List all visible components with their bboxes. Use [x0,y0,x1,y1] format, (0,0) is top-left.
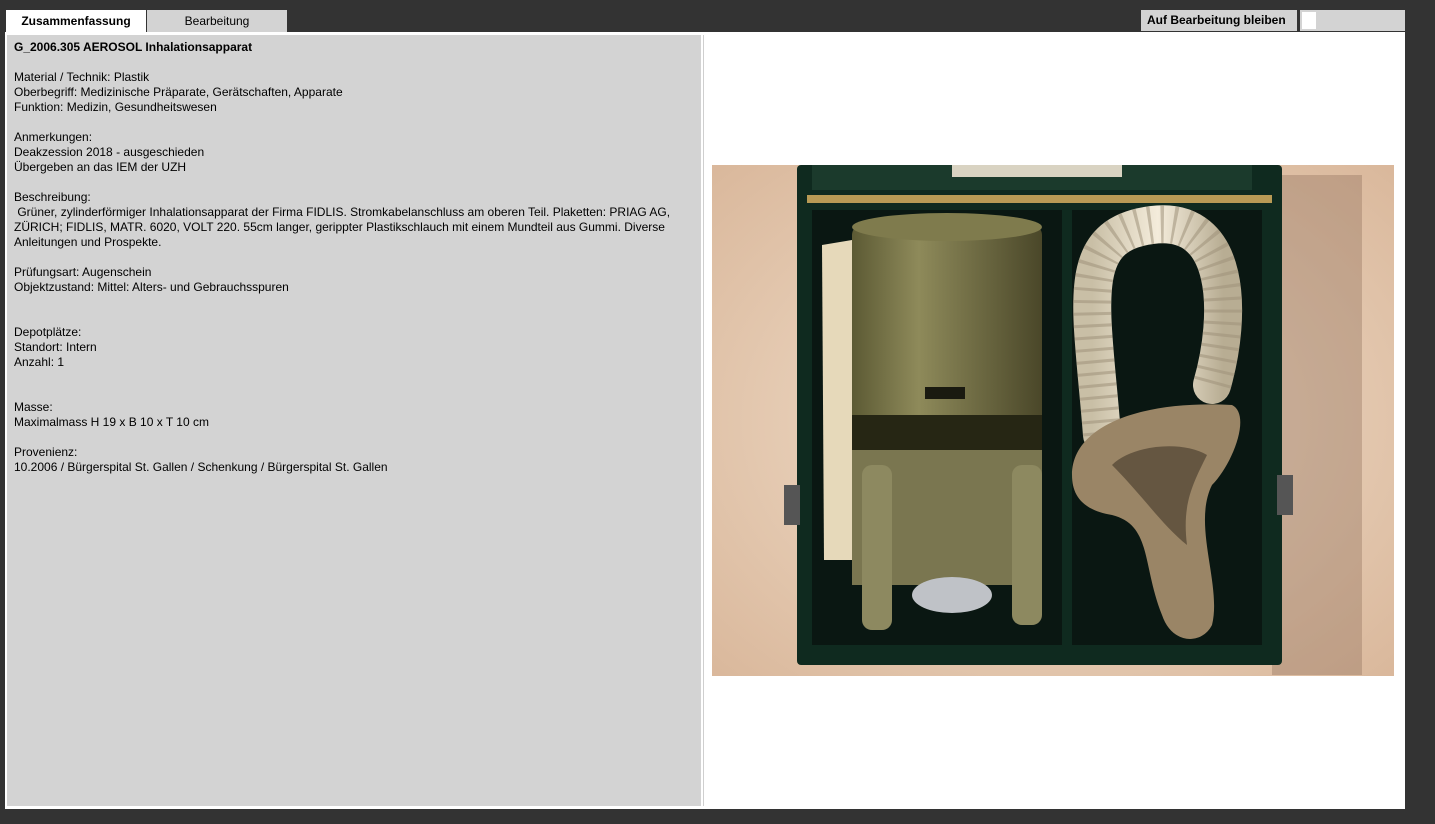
tab-zusammenfassung[interactable]: Zusammenfassung [6,10,146,32]
stay-on-edit-toggle[interactable] [1300,10,1405,31]
anmerkungen-line-1: Deakzession 2018 - ausgeschieden [14,145,205,159]
content-panel: G_2006.305 AEROSOL Inhalationsapparat Ma… [5,32,1405,809]
funktion-line: Funktion: Medizin, Gesundheitswesen [14,100,217,114]
oberbegriff-line: Oberbegriff: Medizinische Präparate, Ger… [14,85,343,99]
stay-on-edit-button[interactable]: Auf Bearbeitung bleiben [1141,10,1297,31]
masse-label: Masse: [14,400,53,414]
standort-line: Standort: Intern [14,340,97,354]
anmerkungen-label: Anmerkungen: [14,130,93,144]
provenienz-label: Provenienz: [14,445,78,459]
beschreibung-text: Grüner, zylinderförmiger Inhalationsappa… [14,205,674,249]
objektzustand-line: Objektzustand: Mittel: Alters- und Gebra… [14,280,289,294]
object-photo[interactable] [712,165,1394,676]
depot-label: Depotplätze: [14,325,82,339]
toggle-knob [1302,12,1316,29]
image-pane [703,35,1402,806]
record-title: G_2006.305 AEROSOL Inhalationsapparat [14,40,253,54]
beschreibung-label: Beschreibung: [14,190,91,204]
record-summary: G_2006.305 AEROSOL Inhalationsapparat Ma… [7,35,701,806]
anmerkungen-line-2: Übergeben an das IEM der UZH [14,160,187,174]
pruefungsart-line: Prüfungsart: Augenschein [14,265,152,279]
material-line: Material / Technik: Plastik [14,70,150,84]
maximalmass-line: Maximalmass H 19 x B 10 x T 10 cm [14,415,209,429]
tab-bearbeitung[interactable]: Bearbeitung [147,10,287,32]
provenienz-line: 10.2006 / Bürgerspital St. Gallen / Sche… [14,460,388,474]
anzahl-line: Anzahl: 1 [14,355,65,369]
